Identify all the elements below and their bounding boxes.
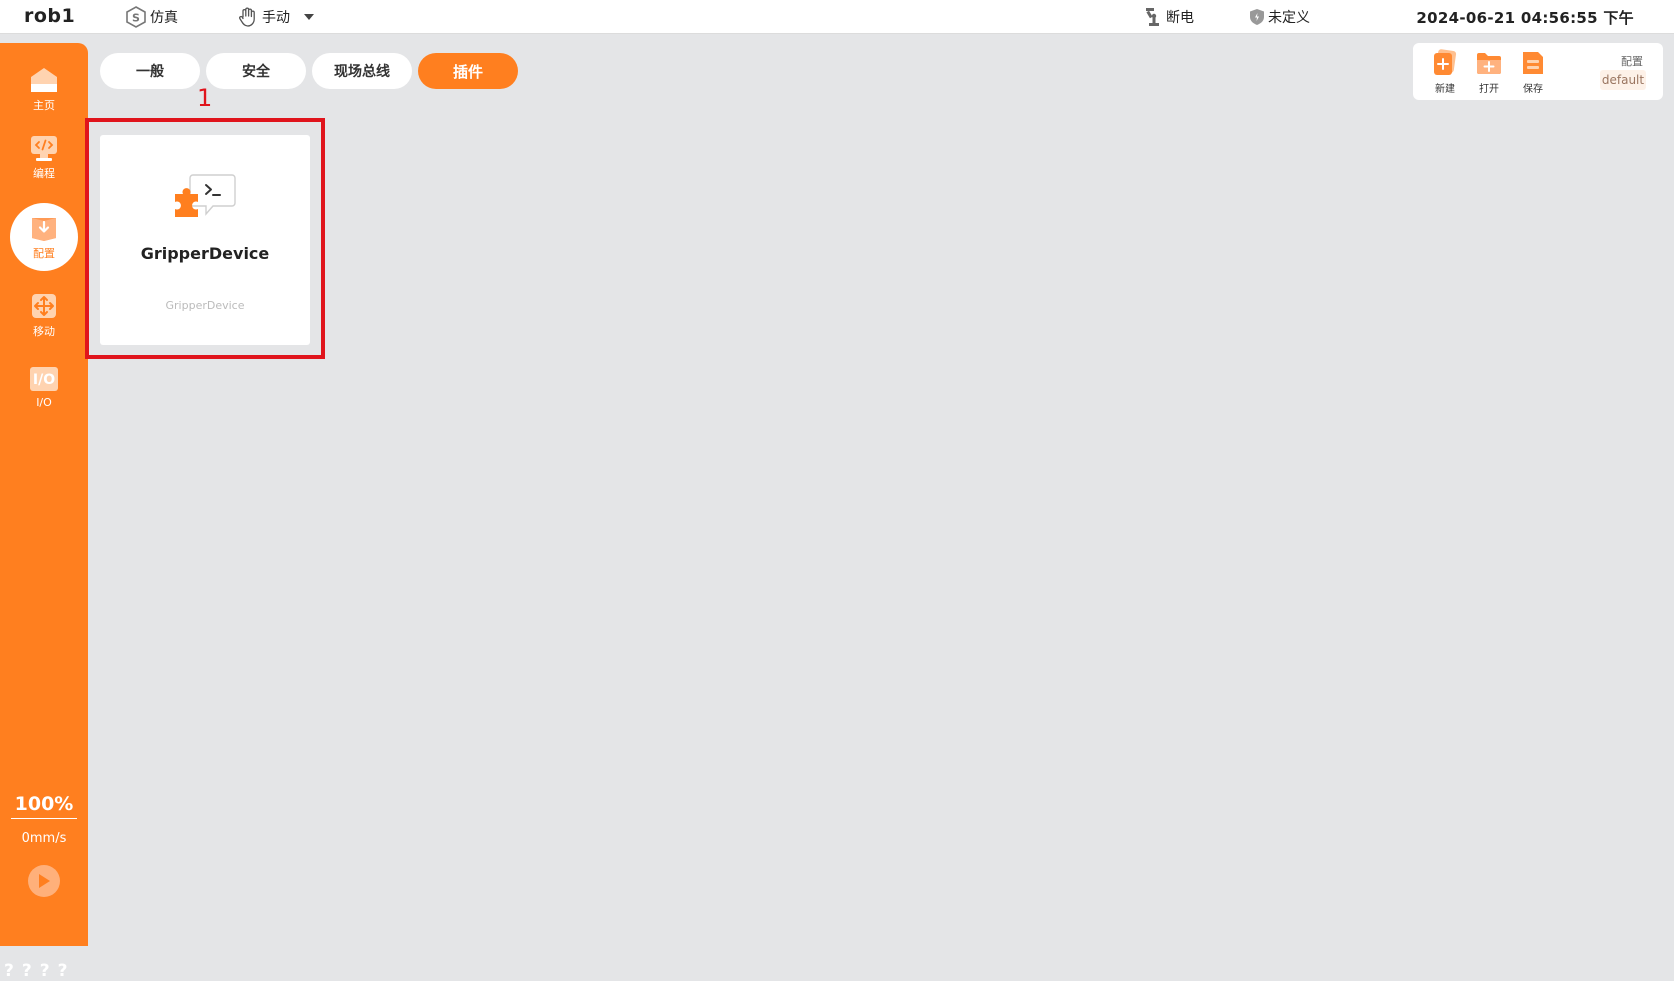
hand-icon bbox=[239, 7, 255, 27]
sidebar-item-label: 主页 bbox=[33, 99, 55, 112]
tab-plugins[interactable]: 插件 bbox=[418, 53, 518, 89]
sidebar-item-io[interactable]: I/O I/O bbox=[10, 354, 78, 418]
shield-icon bbox=[1250, 9, 1264, 25]
code-icon bbox=[29, 133, 59, 163]
tab-fieldbus[interactable]: 现场总线 bbox=[312, 53, 412, 89]
sidebar-item-label: I/O bbox=[36, 395, 52, 409]
tab-general[interactable]: 一般 bbox=[100, 53, 200, 89]
sidebar-item-label: 配置 bbox=[33, 247, 55, 260]
top-bar: rob1 S 仿真 手动 断电 未定义 2024-06-21 04:56:55 … bbox=[0, 0, 1674, 34]
power-status: 断电 bbox=[1145, 7, 1194, 27]
save-config-button[interactable]: 保存 bbox=[1515, 49, 1551, 95]
io-icon: I/O bbox=[29, 364, 59, 394]
safety-label: 未定义 bbox=[1268, 10, 1310, 26]
svg-text:I/O: I/O bbox=[33, 372, 55, 388]
annotation-highlight-box bbox=[85, 118, 325, 359]
sidebar-item-label: 编程 bbox=[33, 167, 55, 180]
mode-label: 手动 bbox=[262, 10, 290, 26]
speed-divider bbox=[11, 818, 77, 819]
config-title: 配置 bbox=[1621, 55, 1643, 68]
play-icon bbox=[39, 874, 50, 888]
new-file-icon bbox=[1434, 49, 1457, 75]
new-config-button[interactable]: 新建 bbox=[1427, 49, 1463, 95]
sidebar-footer-marks: ???? bbox=[4, 961, 76, 981]
simulation-label: 仿真 bbox=[150, 10, 178, 26]
move-icon bbox=[29, 291, 59, 321]
new-config-label: 新建 bbox=[1435, 84, 1455, 95]
config-file-panel: 新建 打开 保存 配置 default bbox=[1413, 43, 1663, 100]
simulation-icon: S bbox=[126, 6, 146, 28]
simulation-indicator[interactable]: S 仿真 bbox=[125, 6, 178, 28]
svg-text:S: S bbox=[132, 12, 140, 25]
config-icon bbox=[29, 213, 59, 243]
sidebar-item-move[interactable]: 移动 bbox=[10, 283, 78, 347]
config-name-value[interactable]: default bbox=[1600, 70, 1646, 90]
sidebar: 主页 编程 配置 移动 I/O I/O 100% 0mm/s ???? bbox=[0, 43, 88, 981]
annotation-number: 1 bbox=[197, 84, 213, 112]
save-config-label: 保存 bbox=[1523, 84, 1543, 95]
open-folder-icon bbox=[1477, 53, 1501, 74]
sidebar-item-label: 移动 bbox=[33, 325, 55, 338]
robot-arm-icon bbox=[1146, 8, 1159, 26]
speed-value: 0mm/s bbox=[21, 831, 67, 846]
sidebar-item-home[interactable]: 主页 bbox=[10, 57, 78, 121]
open-config-button[interactable]: 打开 bbox=[1471, 49, 1507, 95]
home-icon bbox=[29, 65, 59, 95]
caret-down-icon bbox=[304, 14, 314, 20]
safety-status: 未定义 bbox=[1249, 7, 1310, 27]
play-button[interactable] bbox=[28, 865, 60, 897]
robot-name: rob1 bbox=[24, 5, 76, 27]
tab-safety[interactable]: 安全 bbox=[206, 53, 306, 89]
sidebar-item-program[interactable]: 编程 bbox=[10, 125, 78, 189]
save-icon bbox=[1523, 52, 1543, 74]
speed-percent[interactable]: 100% bbox=[0, 793, 88, 815]
datetime: 2024-06-21 04:56:55 下午 bbox=[1416, 9, 1634, 27]
power-label: 断电 bbox=[1166, 10, 1194, 26]
open-config-label: 打开 bbox=[1479, 84, 1499, 95]
mode-dropdown[interactable]: 手动 bbox=[237, 7, 316, 27]
sidebar-item-config[interactable]: 配置 bbox=[10, 203, 78, 271]
